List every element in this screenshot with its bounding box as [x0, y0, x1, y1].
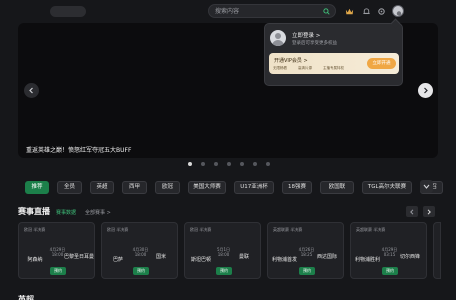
site-logo[interactable]: [50, 6, 86, 17]
match-league: 欧冠 半决赛: [107, 227, 129, 232]
match-card-partial[interactable]: [433, 222, 441, 279]
away-team: 国米: [155, 254, 166, 260]
chevron-right-icon: [424, 87, 428, 94]
chevron-right-icon: [427, 209, 431, 215]
vip-title-link[interactable]: 开通VIP会员 >: [274, 57, 308, 64]
carousel-dot[interactable]: [201, 162, 205, 166]
home-team: 巴萨: [112, 257, 123, 263]
tab-all-matches[interactable]: 全部赛事 >: [85, 209, 111, 216]
match-card[interactable]: 英超联赛 半决赛 4月29日 03:15 利物浦胜利 切尔西锋 预约: [350, 222, 427, 279]
vip-perk: 主播专属特权: [323, 66, 344, 70]
match-card[interactable]: 欧冠 半决赛 4月29日 18:00 阿森纳 巴黎圣日耳曼 预约: [18, 222, 95, 279]
match-league: 英超联赛 半决赛: [356, 227, 386, 232]
top-bar: 搜索内容: [0, 0, 456, 22]
user-silhouette-icon: [272, 33, 284, 46]
category-chip[interactable]: U17亚洲杯: [234, 181, 274, 194]
vip-panel: 开通VIP会员 > 无限畅看 高清片源 主播专属特权 立即开通: [269, 53, 399, 74]
reserve-button[interactable]: 预约: [50, 267, 66, 275]
tab-match-data[interactable]: 赛事数据: [56, 209, 76, 216]
carousel-dot[interactable]: [240, 162, 244, 166]
category-chip[interactable]: 推荐: [25, 181, 49, 194]
banner-prev-button[interactable]: [24, 83, 39, 98]
match-card[interactable]: 英超联赛 半决赛 4月26日 18:25 利物浦首发 西达国际 预约: [267, 222, 344, 279]
home-team: 利物浦首发: [272, 257, 298, 263]
home-team: 阿森纳: [27, 257, 43, 263]
carousel-dot[interactable]: [227, 162, 231, 166]
category-chip[interactable]: 英超: [90, 181, 114, 194]
category-chip[interactable]: 18强赛: [282, 181, 312, 194]
search-input[interactable]: 搜索内容: [208, 4, 336, 18]
user-popup: 立即登录 > 登录后可享受更多权益 开通VIP会员 > 无限畅看 高清片源 主播…: [264, 18, 403, 86]
banner-caption[interactable]: 重返英雄之巅！愤怒红军夺冠五大BUFF: [26, 145, 131, 154]
carousel-dot[interactable]: [188, 162, 192, 166]
carousel-dot[interactable]: [253, 162, 257, 166]
live-section-title: 赛事直播: [18, 207, 50, 216]
popup-avatar[interactable]: [270, 30, 286, 46]
carousel-dot[interactable]: [214, 162, 218, 166]
home-team: 斯坦巴顿: [190, 257, 211, 263]
away-team: 巴黎圣日耳曼: [64, 254, 95, 260]
search-icon[interactable]: [323, 8, 330, 15]
cards-prev-button[interactable]: [406, 206, 418, 217]
reserve-button[interactable]: 预约: [382, 267, 398, 275]
login-subtitle: 登录后可享受更多权益: [292, 41, 337, 46]
login-link[interactable]: 立即登录 >: [292, 31, 320, 39]
match-card[interactable]: 欧冠 半决赛 5月1日 18:00 斯坦巴顿 曼联 预约: [184, 222, 261, 279]
user-silhouette-icon: [396, 11, 402, 16]
match-league: 英超联赛 半决赛: [273, 227, 303, 232]
reserve-button[interactable]: 预约: [133, 267, 149, 275]
carousel-dot[interactable]: [266, 162, 270, 166]
search-placeholder: 搜索内容: [215, 8, 240, 15]
reserve-button[interactable]: 预约: [299, 267, 315, 275]
cards-next-button[interactable]: [423, 206, 435, 217]
category-chip[interactable]: 美国大师赛: [188, 181, 226, 194]
away-team: 曼联: [238, 254, 249, 260]
chevron-down-icon: [423, 184, 430, 189]
vip-perk: 无限畅看: [273, 66, 287, 70]
category-chip[interactable]: 欧国联: [320, 181, 354, 194]
reserve-button[interactable]: 预约: [216, 267, 232, 275]
category-chip[interactable]: TGL高尔夫联赛: [362, 181, 412, 194]
crown-icon[interactable]: [345, 7, 354, 16]
match-league: 欧冠 半决赛: [24, 227, 46, 232]
category-chip[interactable]: 全员: [57, 181, 82, 194]
category-more-button[interactable]: [420, 180, 433, 193]
match-league: 欧冠 半决赛: [190, 227, 212, 232]
chevron-left-icon: [410, 209, 414, 215]
category-chip[interactable]: 欧冠: [155, 181, 180, 194]
bell-icon[interactable]: [362, 7, 371, 16]
avatar[interactable]: [392, 5, 404, 17]
home-team: 利物浦胜利: [355, 257, 381, 263]
bottom-section-title: 英超: [18, 295, 34, 300]
away-team: 切尔西锋: [399, 254, 420, 260]
match-card[interactable]: 欧冠 半决赛 4月30日 18:00 巴萨 国米 预约: [101, 222, 178, 279]
settings-icon[interactable]: [377, 7, 386, 16]
away-team: 西达国际: [316, 254, 337, 260]
category-chip[interactable]: 西甲: [122, 181, 147, 194]
vip-perk: 高清片源: [298, 66, 312, 70]
vip-open-button[interactable]: 立即开通: [367, 58, 396, 69]
chevron-left-icon: [29, 87, 33, 94]
banner-next-button[interactable]: [418, 83, 433, 98]
